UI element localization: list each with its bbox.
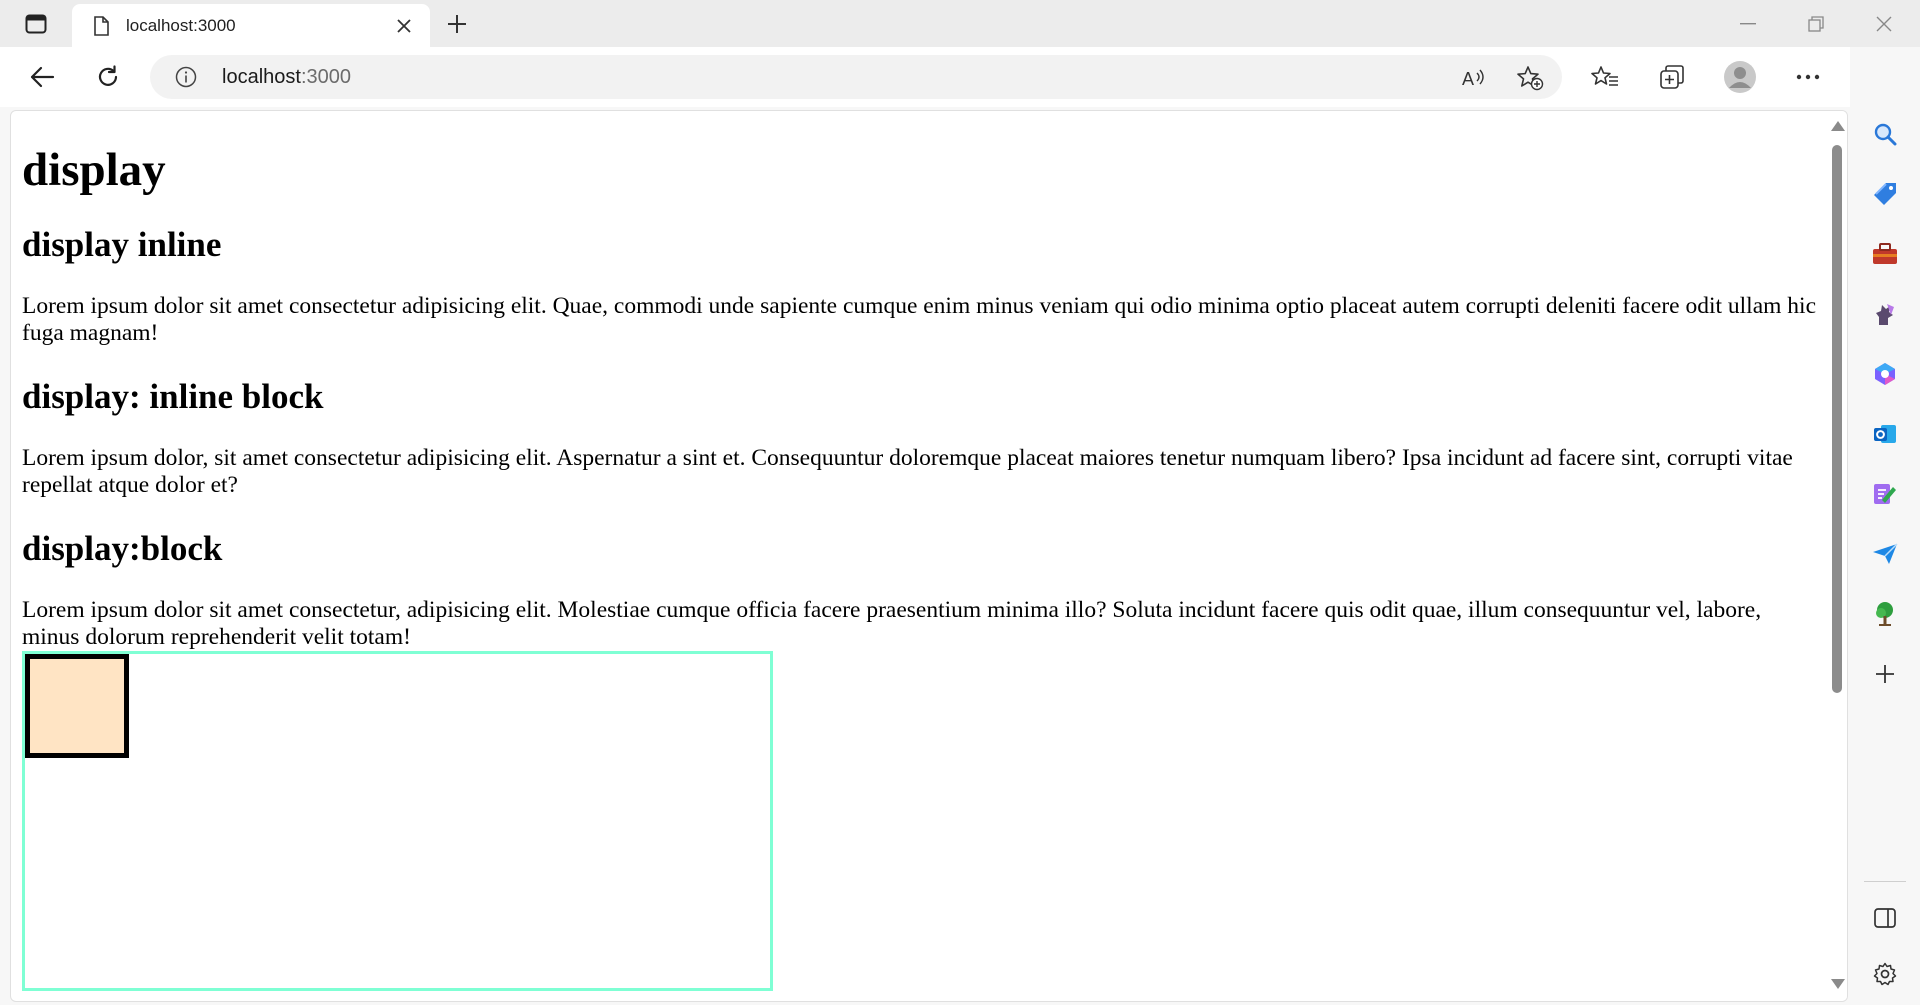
avatar-icon[interactable] xyxy=(1720,57,1760,97)
restore-icon[interactable] xyxy=(1782,0,1850,47)
outlook-icon[interactable] xyxy=(1866,415,1904,453)
outer-block-box xyxy=(22,651,773,991)
scroll-down-icon[interactable] xyxy=(1831,979,1845,989)
microsoft365-icon[interactable] xyxy=(1866,355,1904,393)
plus-icon[interactable] xyxy=(440,8,474,40)
tools-icon[interactable] xyxy=(1866,235,1904,273)
games-icon[interactable] xyxy=(1866,295,1904,333)
scroll-up-icon[interactable] xyxy=(1831,121,1845,131)
browser-tab[interactable]: localhost:3000 xyxy=(72,4,430,47)
settings-icon[interactable] xyxy=(1866,955,1904,993)
sidebar-divider xyxy=(1864,881,1906,882)
browser-toolbar: localhost:3000 A xyxy=(0,47,1920,107)
section-heading: display inline xyxy=(22,225,222,264)
tab-actions-icon[interactable] xyxy=(14,10,58,38)
tab-title: localhost:3000 xyxy=(126,15,236,35)
section-heading: display:block xyxy=(22,529,223,568)
designer-icon[interactable] xyxy=(1866,475,1904,513)
minimize-icon[interactable] xyxy=(1714,0,1782,47)
address-bar[interactable]: localhost:3000 A xyxy=(150,55,1562,99)
edge-sidebar xyxy=(1850,47,1920,1005)
info-icon[interactable] xyxy=(174,65,198,89)
collections-icon[interactable] xyxy=(1652,57,1692,97)
vertical-scrollbar[interactable] xyxy=(1827,111,1847,1001)
web-content: display display inline Lorem ipsum dolor… xyxy=(10,110,1848,1002)
shopping-tag-icon[interactable] xyxy=(1866,175,1904,213)
section-paragraph: Lorem ipsum dolor sit amet consectetur a… xyxy=(22,293,1816,346)
arrow-left-icon[interactable] xyxy=(22,57,62,97)
window-close-icon[interactable] xyxy=(1850,0,1918,47)
read-aloud-icon[interactable]: A xyxy=(1458,62,1490,94)
star-plus-icon[interactable] xyxy=(1514,62,1546,94)
search-icon[interactable] xyxy=(1866,115,1904,153)
section-heading: display: inline block xyxy=(22,377,324,416)
page-title: display xyxy=(22,144,166,196)
split-view-icon[interactable] xyxy=(1866,899,1904,937)
scroll-thumb[interactable] xyxy=(1832,145,1842,693)
close-icon[interactable] xyxy=(390,12,418,40)
svg-text:A: A xyxy=(1462,69,1474,89)
refresh-icon[interactable] xyxy=(88,57,128,97)
tab-strip: localhost:3000 xyxy=(0,0,1920,47)
tree-icon[interactable] xyxy=(1866,595,1904,633)
favorites-icon[interactable] xyxy=(1585,57,1625,97)
address-url[interactable]: localhost:3000 xyxy=(222,66,351,89)
add-icon[interactable] xyxy=(1866,655,1904,693)
section-paragraph: Lorem ipsum dolor, sit amet consectetur … xyxy=(22,445,1793,498)
more-icon[interactable] xyxy=(1788,57,1828,97)
page-icon xyxy=(92,15,110,37)
send-icon[interactable] xyxy=(1866,535,1904,573)
page-document: display display inline Lorem ipsum dolor… xyxy=(11,111,1827,1001)
section-paragraph: Lorem ipsum dolor sit amet consectetur, … xyxy=(22,597,1762,650)
inner-square-box xyxy=(25,654,129,758)
